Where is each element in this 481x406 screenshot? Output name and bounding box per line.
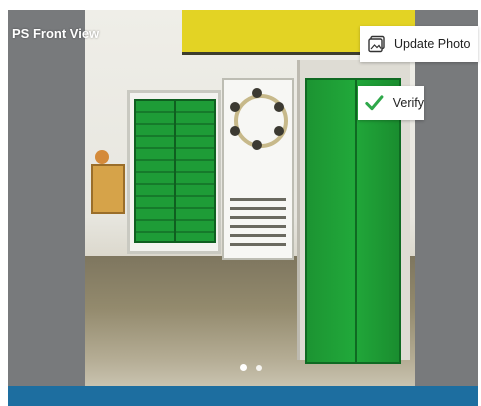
photo-poster-dot <box>274 126 284 136</box>
photo-door <box>305 78 401 364</box>
photo-poster-dot <box>252 88 262 98</box>
carousel-dot[interactable] <box>256 365 262 371</box>
photo-poster-dot <box>230 126 240 136</box>
carousel-dot-active[interactable] <box>240 364 247 371</box>
bottom-accent-bar <box>8 386 478 406</box>
photo-viewer: PS Front View <box>8 10 478 386</box>
photo-poster-dot <box>252 140 262 150</box>
photo-door-split <box>355 80 357 362</box>
photo-emblem <box>95 150 109 164</box>
photo-poster-dot <box>274 102 284 112</box>
photo-window-shutter-right <box>174 99 216 243</box>
carousel-indicator <box>240 364 262 371</box>
photo-update-icon <box>368 35 385 53</box>
verify-label: Verify <box>392 96 424 110</box>
photo-poster-dot <box>230 102 240 112</box>
photo-poster-text <box>230 192 286 252</box>
photo-window-shutter-left <box>134 99 176 243</box>
update-photo-button[interactable]: Update Photo <box>360 26 478 62</box>
update-photo-label: Update Photo <box>394 37 471 51</box>
checkmark-icon <box>365 95 384 111</box>
page-title: PS Front View <box>12 26 100 41</box>
photo-poster <box>222 78 294 260</box>
school-front-photo[interactable] <box>85 10 415 386</box>
photo-window <box>127 90 221 254</box>
photo-notice-board <box>91 164 125 214</box>
verify-button[interactable]: Verify <box>358 86 424 120</box>
